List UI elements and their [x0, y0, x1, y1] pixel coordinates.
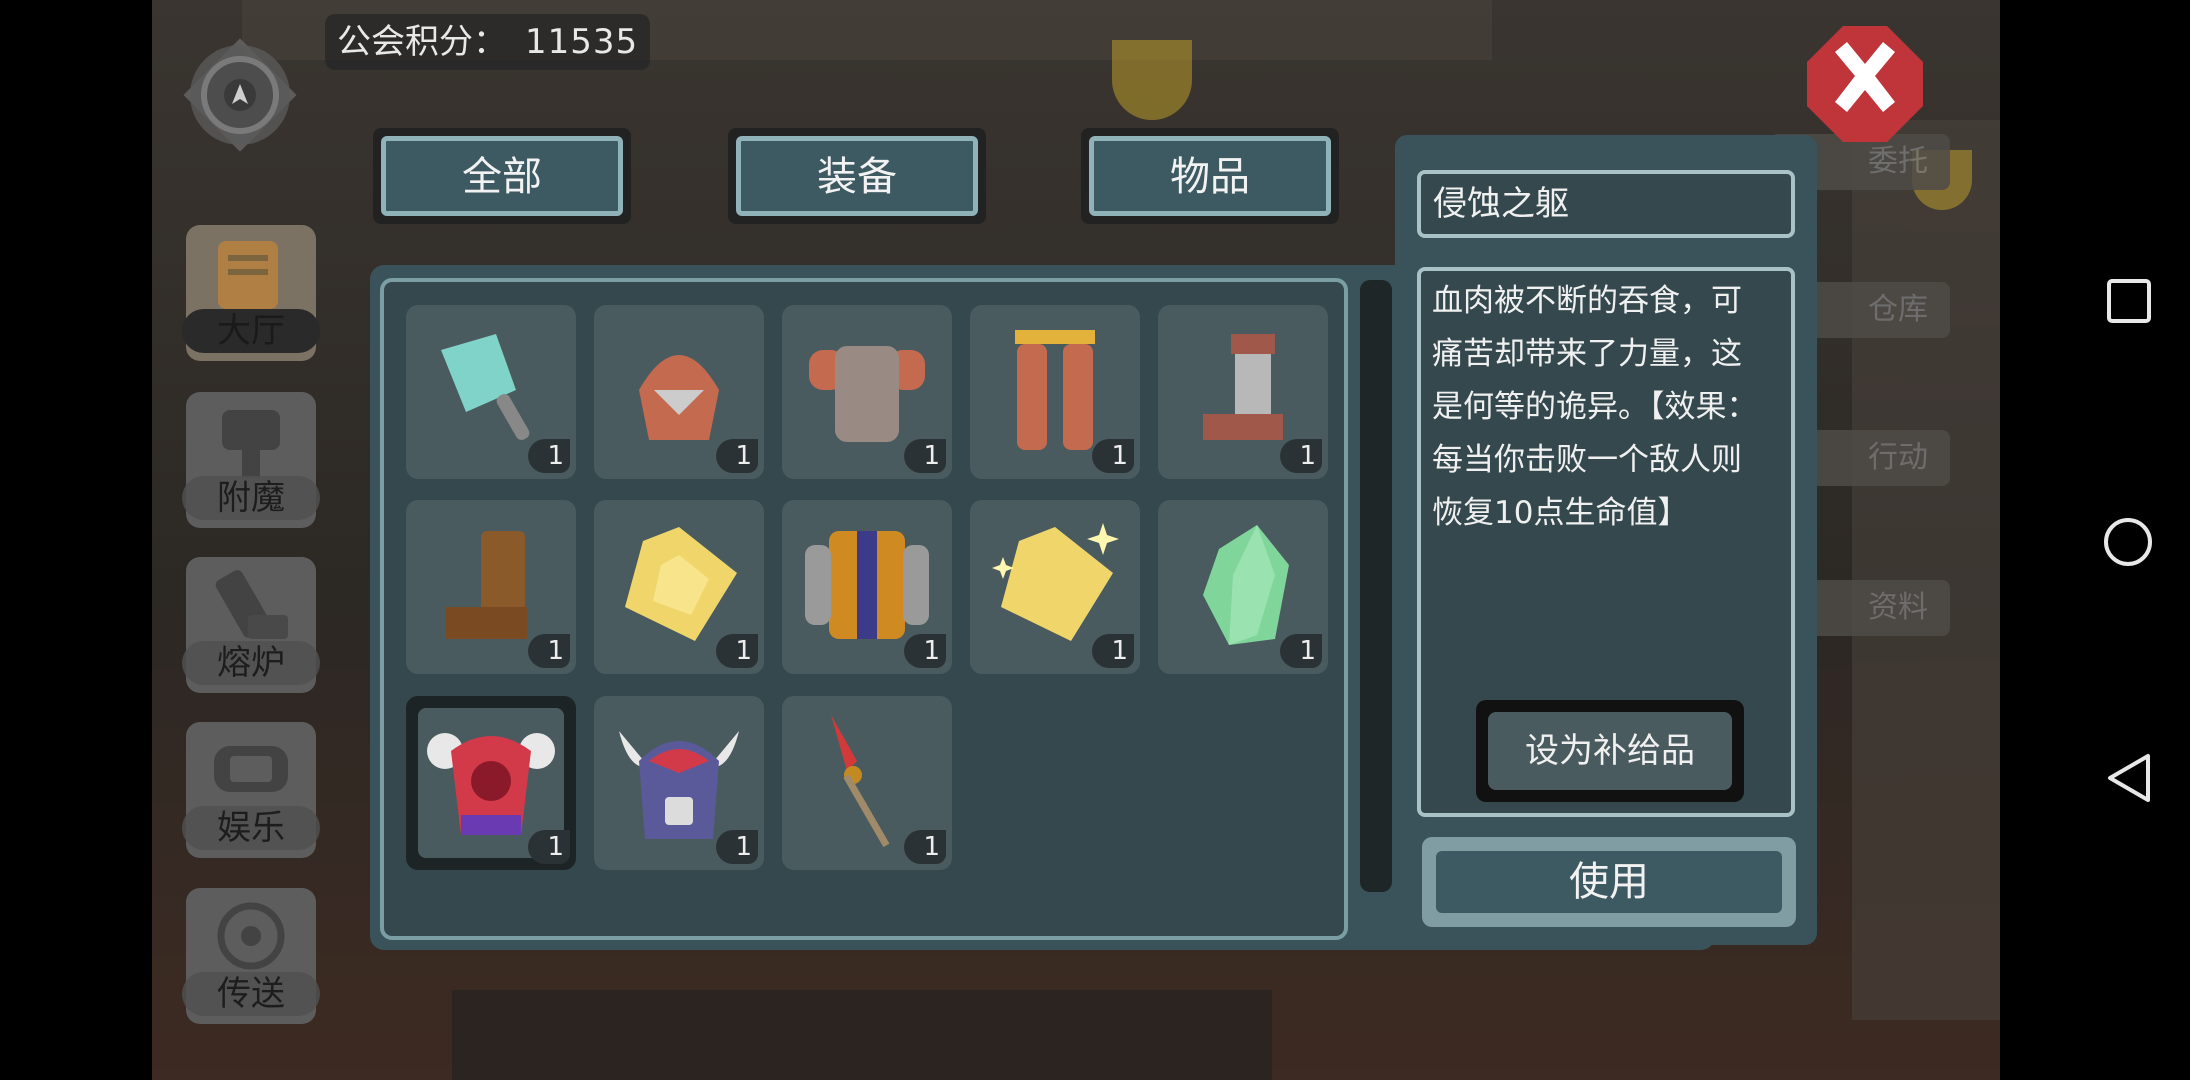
- hall-icon: [218, 241, 278, 309]
- nav-enchant-button[interactable]: 附魔: [182, 392, 320, 528]
- inventory-scrollbar[interactable]: [1360, 280, 1392, 892]
- inventory-slot[interactable]: 1: [782, 305, 952, 479]
- tab-items[interactable]: 物品: [1081, 128, 1339, 224]
- item-quantity: 1: [1092, 634, 1134, 668]
- teleport-icon: [217, 902, 285, 970]
- tab-equipment-label: 装备: [736, 136, 978, 216]
- item-quantity: 1: [904, 439, 946, 473]
- home-icon[interactable]: [2102, 516, 2154, 568]
- nav-teleport-button[interactable]: 传送: [182, 888, 320, 1024]
- nav-furnace-button[interactable]: 熔炉: [182, 557, 320, 693]
- furnace-icon: [215, 570, 288, 639]
- item-quantity: 1: [904, 634, 946, 668]
- item-quantity: 1: [1092, 439, 1134, 473]
- inventory-slot[interactable]: 1: [782, 500, 952, 674]
- item-description: 血肉被不断的吞食，可痛苦却带来了力量，这是何等的诡异。【效果：每当你击败一个敌人…: [1432, 283, 1758, 531]
- item-quantity: 1: [1280, 634, 1322, 668]
- tab-equipment[interactable]: 装备: [728, 128, 986, 224]
- inventory-slot[interactable]: 1: [970, 305, 1140, 479]
- system-nav-bar: [2000, 0, 2190, 1080]
- close-icon: [1807, 26, 1923, 142]
- inventory-slot[interactable]: 1: [782, 696, 952, 870]
- item-quantity: 1: [716, 634, 758, 668]
- nav-entertainment-label: 娱乐: [182, 806, 320, 850]
- nav-enchant-label: 附魔: [182, 476, 320, 520]
- inventory-slot[interactable]: 1: [594, 305, 764, 479]
- item-quantity: 1: [528, 830, 570, 864]
- item-quantity: 1: [1280, 439, 1322, 473]
- nav-hall-button[interactable]: 大厅: [182, 225, 320, 361]
- guild-points: 公会积分： 11535: [325, 14, 651, 70]
- item-quantity: 1: [528, 439, 570, 473]
- inventory-slot[interactable]: 1: [594, 696, 764, 870]
- set-supply-button[interactable]: 设为补给品: [1476, 700, 1744, 802]
- bg-table: [452, 990, 1272, 1080]
- nav-teleport-label: 传送: [182, 972, 320, 1016]
- nav-hall-label: 大厅: [182, 309, 320, 353]
- nav-furnace-label: 熔炉: [182, 641, 320, 685]
- use-label: 使用: [1436, 851, 1782, 913]
- inventory-slot[interactable]: 1: [594, 500, 764, 674]
- close-button[interactable]: [1803, 22, 1927, 146]
- tab-all[interactable]: 全部: [373, 128, 631, 224]
- guild-points-label: 公会积分：: [337, 22, 507, 62]
- item-quantity: 1: [716, 830, 758, 864]
- recent-apps-icon[interactable]: [2106, 278, 2152, 324]
- compass-icon[interactable]: [165, 20, 315, 170]
- entertainment-icon: [214, 746, 288, 792]
- bg-lamp: [1112, 40, 1192, 120]
- back-icon[interactable]: [2104, 752, 2152, 804]
- enchant-icon: [222, 410, 280, 478]
- item-quantity: 1: [716, 439, 758, 473]
- inventory-slot[interactable]: 1: [406, 305, 576, 479]
- inventory-slot[interactable]: 1: [1158, 500, 1328, 674]
- bg-wall: [1852, 120, 2000, 1020]
- guild-points-value: 11535: [525, 22, 639, 62]
- inventory-slot-selected[interactable]: 1: [406, 696, 576, 870]
- item-name: 侵蚀之躯: [1417, 170, 1795, 238]
- item-quantity: 1: [904, 830, 946, 864]
- inventory-slot[interactable]: 1: [406, 500, 576, 674]
- set-supply-label: 设为补给品: [1488, 712, 1732, 790]
- tab-items-label: 物品: [1089, 136, 1331, 216]
- use-button[interactable]: 使用: [1422, 837, 1796, 927]
- nav-entertainment-button[interactable]: 娱乐: [182, 722, 320, 858]
- inventory-slot[interactable]: 1: [1158, 305, 1328, 479]
- tab-all-label: 全部: [381, 136, 623, 216]
- item-quantity: 1: [528, 634, 570, 668]
- inventory-slot[interactable]: 1: [970, 500, 1140, 674]
